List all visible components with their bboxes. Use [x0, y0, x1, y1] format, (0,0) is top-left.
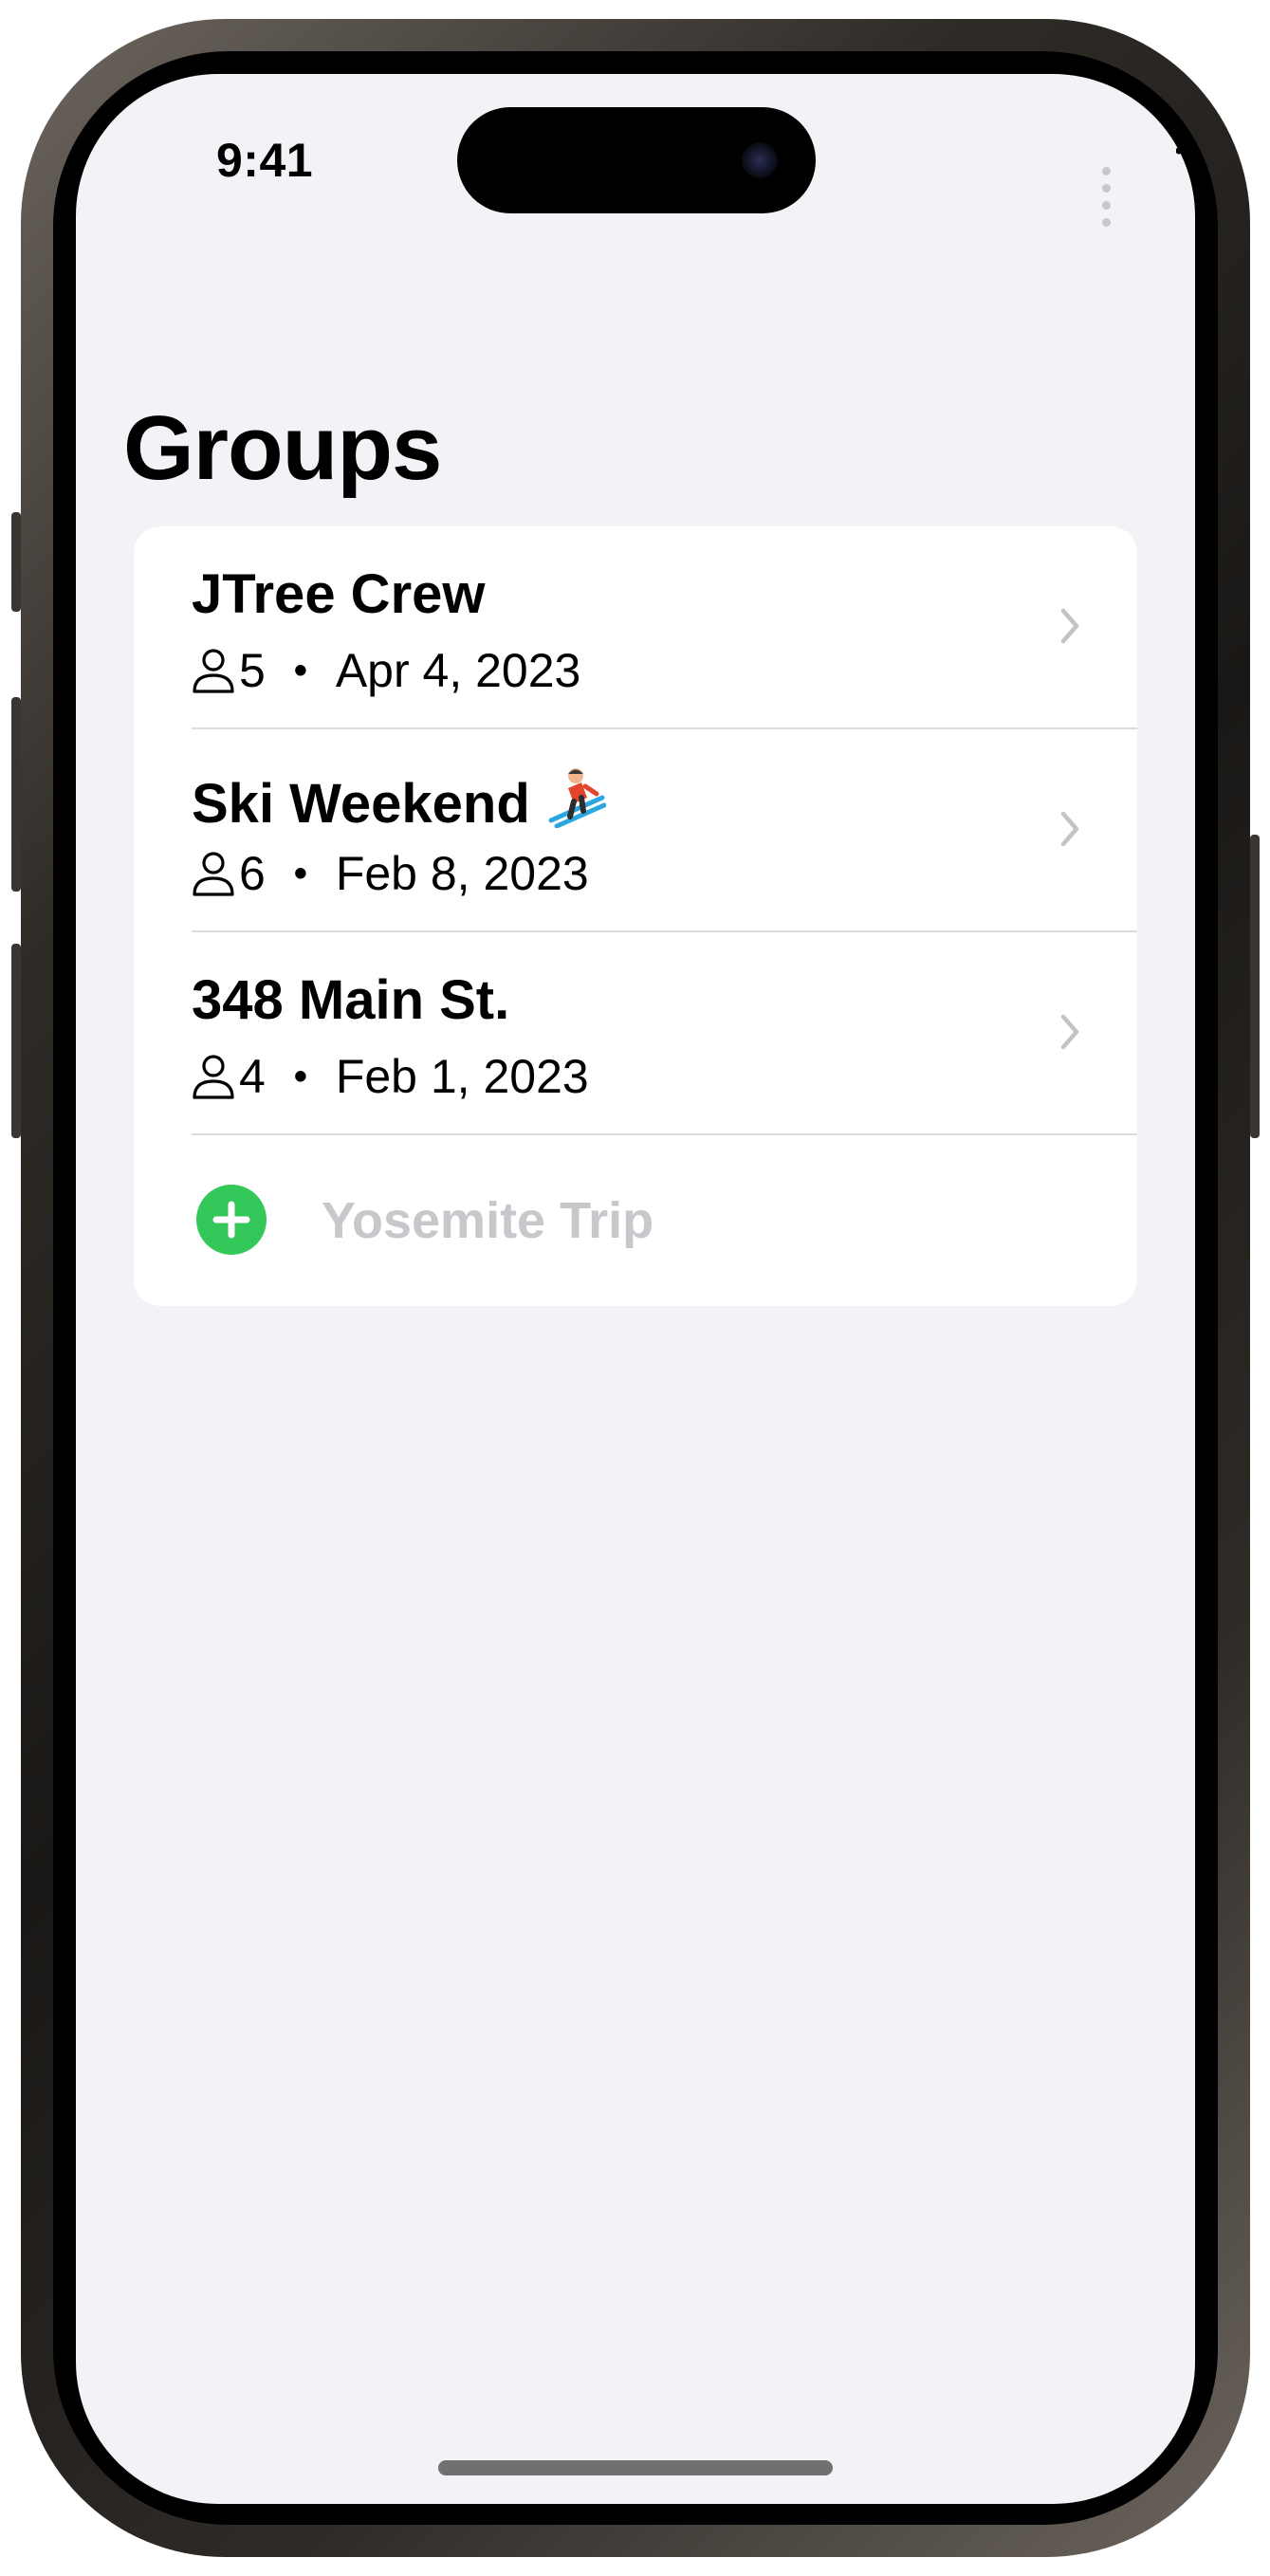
home-indicator[interactable] — [438, 2460, 833, 2475]
cellular-signal-icon — [1102, 163, 1117, 231]
chevron-right-icon — [1060, 811, 1079, 847]
volume-down-button — [11, 944, 21, 1138]
group-meta: 5 • Apr 4, 2023 — [192, 644, 580, 697]
group-name: 348 Main St. — [192, 969, 510, 1031]
member-count: 5 — [239, 644, 266, 697]
person-icon — [193, 852, 234, 896]
groups-list: JTree Crew 5 • Apr 4, 2023 Ski Weekend 6… — [134, 526, 1137, 1306]
group-row[interactable]: Ski Weekend 6 • Feb 8, 2023 — [134, 729, 1137, 932]
new-group-row — [134, 1135, 1137, 1306]
new-group-name-input[interactable] — [322, 1185, 1061, 1257]
skier-emoji — [548, 768, 606, 828]
group-meta: 6 • Feb 8, 2023 — [192, 847, 589, 900]
group-row[interactable]: 348 Main St. 4 • Feb 1, 2023 — [134, 932, 1137, 1135]
group-name: Ski Weekend — [192, 773, 530, 835]
dynamic-island — [457, 107, 816, 213]
chevron-right-icon — [1060, 608, 1079, 644]
group-date: Feb 1, 2023 — [335, 1050, 589, 1103]
screen: 9:41 Groups JTree Crew 5 • Apr 4, 2023 S… — [76, 74, 1195, 2504]
chevron-right-icon — [1060, 1014, 1079, 1050]
plus-icon — [212, 1201, 250, 1239]
group-name: JTree Crew — [192, 563, 486, 625]
person-icon — [193, 649, 234, 693]
plus-circle-icon[interactable] — [196, 1185, 267, 1255]
person-icon — [193, 1055, 234, 1099]
member-count: 6 — [239, 847, 266, 900]
group-name-line: Ski Weekend — [192, 765, 606, 836]
group-date: Apr 4, 2023 — [335, 644, 581, 697]
status-time: 9:41 — [216, 134, 314, 187]
status-bar: 9:41 — [76, 74, 1195, 235]
front-camera — [742, 142, 778, 178]
meta-separator: • — [293, 649, 307, 691]
group-date: Feb 8, 2023 — [335, 847, 589, 900]
wifi-icon — [1176, 138, 1195, 169]
group-meta: 4 • Feb 1, 2023 — [192, 1050, 589, 1103]
power-button — [1250, 835, 1260, 1138]
meta-separator: • — [293, 852, 307, 894]
meta-separator: • — [293, 1055, 307, 1097]
volume-up-button — [11, 697, 21, 892]
member-count: 4 — [239, 1050, 266, 1103]
page-title: Groups — [123, 397, 442, 499]
action-button — [11, 512, 21, 612]
group-row[interactable]: JTree Crew 5 • Apr 4, 2023 — [134, 526, 1137, 729]
